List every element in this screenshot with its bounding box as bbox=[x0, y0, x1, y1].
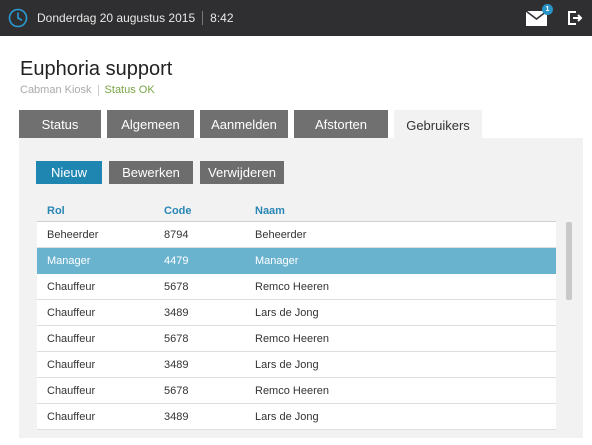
tab-gebruikers[interactable]: Gebruikers bbox=[394, 110, 482, 141]
tab-afstorten[interactable]: Afstorten bbox=[294, 110, 388, 138]
cell-naam: Beheerder bbox=[255, 228, 307, 241]
cell-code: 8794 bbox=[164, 228, 189, 241]
tab-algemeen[interactable]: Algemeen bbox=[107, 110, 194, 138]
column-header-rol[interactable]: Rol bbox=[37, 205, 164, 217]
messages-button[interactable]: 1 bbox=[525, 4, 553, 28]
logout-icon bbox=[568, 11, 583, 25]
column-header-code[interactable]: Code bbox=[164, 205, 255, 217]
table-row[interactable]: Chauffeur 3489 Lars de Jong bbox=[37, 352, 556, 378]
cell-code: 3489 bbox=[164, 306, 189, 319]
cell-code: 5678 bbox=[164, 384, 189, 397]
cell-naam: Lars de Jong bbox=[255, 358, 319, 371]
cell-code: 4479 bbox=[164, 254, 189, 267]
edit-button[interactable]: Bewerken bbox=[109, 161, 193, 184]
tab-aanmelden[interactable]: Aanmelden bbox=[200, 110, 288, 138]
new-button[interactable]: Nieuw bbox=[36, 161, 102, 184]
page-subtitle: Cabman Kiosk Status OK bbox=[20, 84, 155, 96]
tab-bar: Status Algemeen Aanmelden Afstorten Gebr… bbox=[19, 110, 488, 141]
unread-badge: 1 bbox=[542, 4, 553, 15]
table-row[interactable]: Chauffeur 3489 Lars de Jong bbox=[37, 404, 556, 430]
cell-naam: Remco Heeren bbox=[255, 384, 329, 397]
table-row-selected[interactable]: Manager 4479 Manager bbox=[37, 248, 556, 274]
cell-naam: Lars de Jong bbox=[255, 410, 319, 423]
top-bar: Donderdag 20 augustus 2015 8:42 1 bbox=[0, 0, 592, 36]
divider bbox=[97, 84, 99, 96]
current-time: 8:42 bbox=[210, 11, 234, 25]
action-toolbar: Nieuw Bewerken Verwijderen bbox=[36, 161, 291, 184]
tab-status[interactable]: Status bbox=[19, 110, 101, 138]
cell-naam: Lars de Jong bbox=[255, 306, 319, 319]
table-row[interactable]: Chauffeur 5678 Remco Heeren bbox=[37, 378, 556, 404]
cell-rol: Manager bbox=[47, 254, 91, 267]
current-date: Donderdag 20 augustus 2015 bbox=[37, 11, 196, 25]
cell-naam: Remco Heeren bbox=[255, 332, 329, 345]
table-row[interactable]: Beheerder 8794 Beheerder bbox=[37, 222, 556, 248]
table-row[interactable]: Chauffeur 3489 Lars de Jong bbox=[37, 300, 556, 326]
cell-rol: Chauffeur bbox=[47, 384, 96, 397]
cell-rol: Beheerder bbox=[47, 228, 99, 241]
cell-naam: Remco Heeren bbox=[255, 280, 329, 293]
table-row[interactable]: Chauffeur 5678 Remco Heeren bbox=[37, 326, 556, 352]
cell-rol: Chauffeur bbox=[47, 358, 96, 371]
delete-button[interactable]: Verwijderen bbox=[200, 161, 284, 184]
cell-code: 5678 bbox=[164, 332, 189, 345]
scrollbar-thumb[interactable] bbox=[566, 222, 572, 300]
cell-code: 5678 bbox=[164, 280, 189, 293]
users-table: Rol Code Naam Beheerder 8794 Beheerder M… bbox=[37, 200, 556, 430]
clock-icon bbox=[8, 8, 28, 28]
table-header: Rol Code Naam bbox=[37, 200, 556, 222]
cell-naam: Manager bbox=[255, 254, 299, 267]
page-title: Euphoria support bbox=[20, 58, 173, 80]
cell-code: 3489 bbox=[164, 358, 189, 371]
cell-rol: Chauffeur bbox=[47, 306, 96, 319]
column-header-naam[interactable]: Naam bbox=[255, 205, 556, 217]
logout-button[interactable] bbox=[567, 10, 583, 26]
divider bbox=[202, 11, 204, 25]
app-name: Cabman Kiosk bbox=[20, 84, 92, 96]
status-text: Status OK bbox=[104, 84, 155, 96]
cell-rol: Chauffeur bbox=[47, 280, 96, 293]
cell-rol: Chauffeur bbox=[47, 410, 96, 423]
table-row[interactable]: Chauffeur 5678 Remco Heeren bbox=[37, 274, 556, 300]
cell-code: 3489 bbox=[164, 410, 189, 423]
cell-rol: Chauffeur bbox=[47, 332, 96, 345]
